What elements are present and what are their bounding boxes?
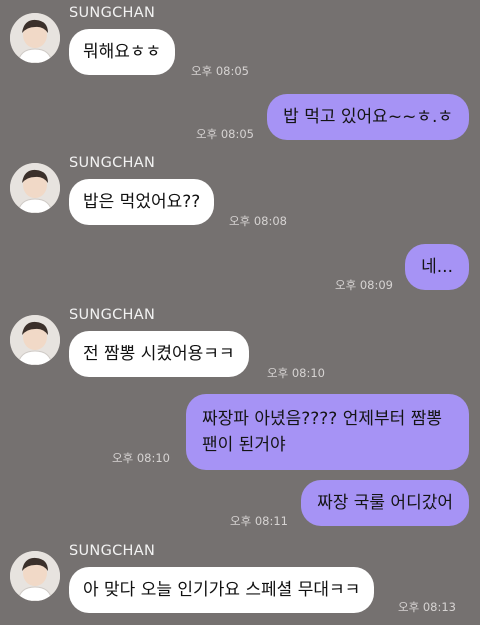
timestamp: 오후 08:10 bbox=[267, 366, 325, 380]
avatar[interactable] bbox=[10, 13, 60, 63]
timestamp: 오후 08:09 bbox=[335, 278, 393, 292]
bubble-line: 팬이 된거야 bbox=[202, 435, 286, 455]
incoming-bubble[interactable]: 전 짬뽕 시켰어용ㅋㅋ bbox=[69, 331, 249, 377]
outgoing-bubble[interactable]: 짜장파 아녔음???? 언제부터 짬뽕 팬이 된거야 bbox=[186, 394, 469, 470]
profile-photo-icon bbox=[10, 13, 60, 63]
outgoing-bubble[interactable]: 짜장 국룰 어디갔어 bbox=[301, 480, 469, 526]
avatar[interactable] bbox=[10, 315, 60, 365]
timestamp: 오후 08:13 bbox=[398, 600, 456, 614]
profile-photo-icon bbox=[10, 163, 60, 213]
outgoing-bubble[interactable]: 밥 먹고 있어요~~ㅎ.ㅎ bbox=[267, 94, 469, 140]
sender-name: SUNGCHAN bbox=[69, 155, 156, 171]
sender-name: SUNGCHAN bbox=[69, 307, 156, 323]
profile-photo-icon bbox=[10, 315, 60, 365]
timestamp: 오후 08:08 bbox=[229, 214, 287, 228]
avatar[interactable] bbox=[10, 163, 60, 213]
sender-name: SUNGCHAN bbox=[69, 5, 156, 21]
timestamp: 오후 08:10 bbox=[112, 451, 170, 465]
profile-photo-icon bbox=[10, 551, 60, 601]
bubble-line: 짜장파 아녔음???? 언제부터 짬뽕 bbox=[202, 409, 442, 429]
timestamp: 오후 08:05 bbox=[191, 64, 249, 78]
timestamp: 오후 08:11 bbox=[230, 514, 288, 528]
incoming-bubble[interactable]: 아 맞다 오늘 인기가요 스페셜 무대ㅋㅋ bbox=[69, 567, 375, 613]
incoming-bubble[interactable]: 밥은 먹었어요?? bbox=[69, 179, 215, 225]
chat-log: SUNGCHAN 뭐해요ㅎㅎ 오후 08:05 밥 먹고 있어요~~ㅎ.ㅎ 오후… bbox=[0, 0, 480, 625]
sender-name: SUNGCHAN bbox=[69, 543, 156, 559]
outgoing-bubble[interactable]: 네... bbox=[405, 244, 469, 290]
timestamp: 오후 08:05 bbox=[196, 127, 254, 141]
incoming-bubble[interactable]: 뭐해요ㅎㅎ bbox=[69, 29, 176, 75]
avatar[interactable] bbox=[10, 551, 60, 601]
